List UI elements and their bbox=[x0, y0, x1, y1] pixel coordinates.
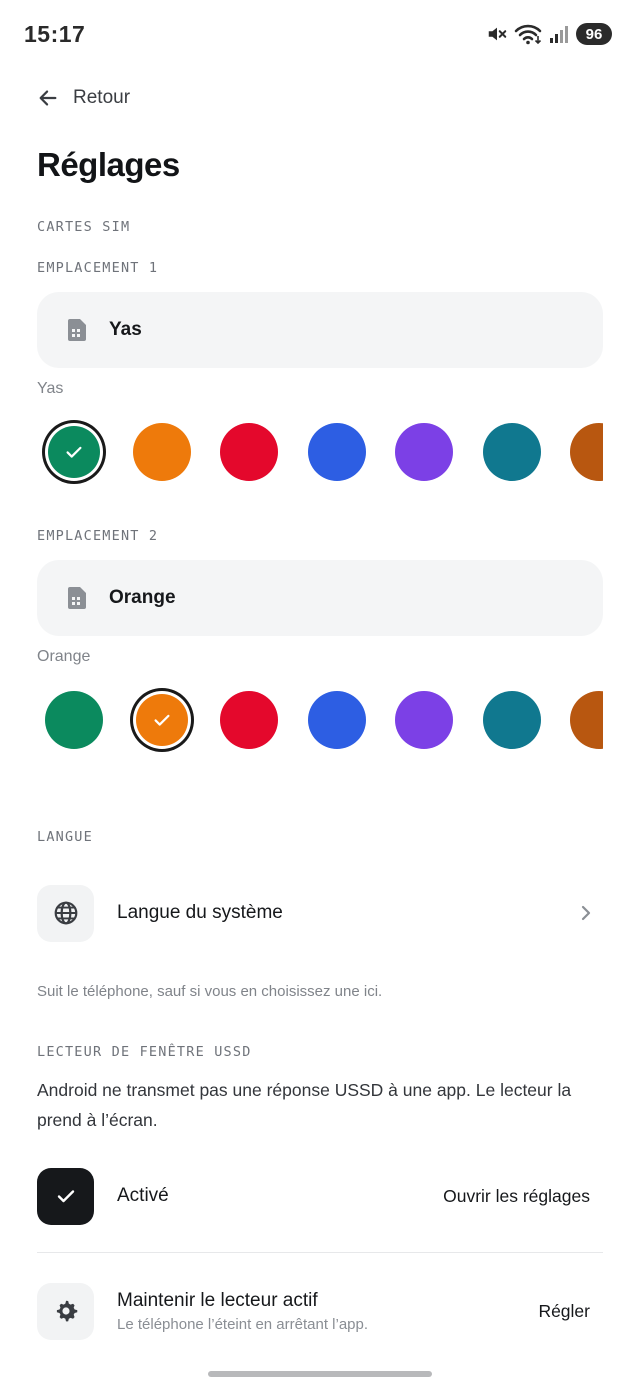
slot-2-label: EMPLACEMENT 2 bbox=[37, 528, 159, 544]
color-swatch[interactable] bbox=[45, 691, 103, 749]
slot-2-color-label: Orange bbox=[37, 648, 91, 665]
sim-name-slot-2: Orange bbox=[109, 587, 176, 608]
check-icon bbox=[57, 1190, 74, 1203]
color-swatch[interactable] bbox=[220, 423, 278, 481]
language-label: Langue du système bbox=[117, 902, 283, 923]
color-picker-slot-1 bbox=[37, 412, 603, 492]
gear-icon-tile bbox=[37, 1282, 94, 1340]
globe-icon bbox=[54, 901, 77, 925]
sim-card-slot-2[interactable]: Orange bbox=[37, 560, 603, 636]
sim-card-icon bbox=[68, 587, 86, 609]
status-bar: 15:17 96 bbox=[0, 0, 640, 68]
arrow-left-icon bbox=[39, 90, 57, 106]
color-swatch[interactable] bbox=[395, 423, 453, 481]
color-swatch[interactable] bbox=[132, 423, 191, 481]
globe-icon-tile bbox=[37, 884, 94, 942]
wifi-icon bbox=[514, 24, 542, 45]
active-checkbox[interactable] bbox=[37, 1167, 94, 1225]
color-swatch[interactable] bbox=[48, 426, 100, 478]
color-swatch[interactable] bbox=[135, 694, 188, 746]
color-swatch[interactable] bbox=[220, 691, 278, 749]
color-swatch[interactable] bbox=[570, 691, 603, 749]
color-swatch[interactable] bbox=[307, 423, 366, 481]
slot-1-label: EMPLACEMENT 1 bbox=[37, 260, 159, 276]
language-helper: Suit le téléphone, sauf si vous en chois… bbox=[37, 983, 383, 1000]
adjust-button[interactable]: Régler bbox=[538, 1301, 590, 1322]
keep-reader-title: Maintenir le lecteur actif bbox=[117, 1289, 318, 1311]
sim-card-slot-1[interactable]: Yas bbox=[37, 292, 603, 368]
slot-1-color-label: Yas bbox=[37, 380, 64, 397]
color-swatch[interactable] bbox=[570, 423, 603, 481]
mute-icon bbox=[488, 27, 507, 41]
active-label: Activé bbox=[117, 1185, 169, 1206]
page-title: Réglages bbox=[37, 146, 180, 183]
chevron-right-icon bbox=[581, 905, 591, 921]
sim-name-slot-1: Yas bbox=[109, 319, 142, 340]
keep-reader-text: Maintenir le lecteur actif Le téléphone … bbox=[117, 1290, 538, 1333]
status-time: 15:17 bbox=[24, 21, 86, 47]
back-button[interactable]: Retour bbox=[37, 84, 130, 112]
signal-icon bbox=[550, 26, 568, 43]
sim-card-icon bbox=[68, 319, 86, 341]
section-label-sim: CARTES SIM bbox=[37, 219, 131, 235]
keep-reader-row: Maintenir le lecteur actif Le téléphone … bbox=[37, 1282, 603, 1340]
divider bbox=[37, 1252, 603, 1253]
color-swatch[interactable] bbox=[482, 691, 541, 749]
color-swatch[interactable] bbox=[395, 691, 453, 749]
gear-icon bbox=[56, 1300, 77, 1322]
ussd-active-row: Activé Ouvrir les réglages bbox=[37, 1167, 603, 1225]
color-swatch[interactable] bbox=[482, 423, 541, 481]
back-label: Retour bbox=[73, 87, 131, 108]
check-icon bbox=[66, 446, 82, 458]
language-row[interactable]: Langue du système bbox=[37, 884, 603, 942]
section-label-ussd: LECTEUR DE FENÊTRE USSD bbox=[37, 1044, 252, 1060]
section-label-language: LANGUE bbox=[37, 829, 93, 845]
color-picker-slot-2 bbox=[37, 680, 603, 760]
status-icons: 96 bbox=[486, 22, 612, 46]
ussd-description: Android ne transmet pas une réponse USSD… bbox=[37, 1080, 572, 1130]
open-settings-button[interactable]: Ouvrir les réglages bbox=[443, 1186, 590, 1207]
battery-badge: 96 bbox=[576, 23, 612, 45]
keep-reader-subtitle: Le téléphone l’éteint en arrêtant l’app. bbox=[117, 1315, 369, 1333]
color-swatch[interactable] bbox=[307, 691, 366, 749]
home-indicator[interactable] bbox=[208, 1371, 432, 1377]
check-icon bbox=[153, 714, 170, 726]
